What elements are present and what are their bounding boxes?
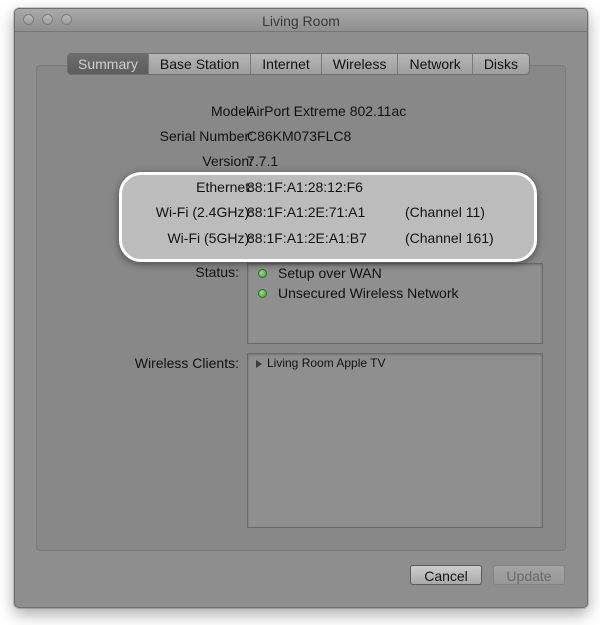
window-title: Living Room [262,13,340,29]
title-bar: Living Room [15,9,587,32]
tab-wireless[interactable]: Wireless [320,54,398,74]
wireless-clients-list[interactable]: Living Room Apple TV [247,353,543,528]
serial-number-label: Serial Number: [159,128,253,144]
wifi-24ghz-value: 88:1F:A1:2E:71:A1 [247,204,366,220]
wifi-24ghz-label: Wi-Fi (2.4GHz): [155,204,253,220]
status-label: Status: [195,264,239,280]
tab-internet[interactable]: Internet [250,54,320,74]
tab-summary[interactable]: Summary [68,54,148,74]
wifi-5ghz-value: 88:1F:A1:2E:A1:B7 [247,230,367,246]
wifi-5ghz-label: Wi-Fi (5GHz): [167,230,253,246]
wireless-clients-label: Wireless Clients: [134,355,239,371]
disclosure-triangle-icon[interactable] [256,360,262,368]
version-label: Version: [202,153,253,169]
serial-number-value: C86KM073FLC8 [247,128,352,144]
cancel-button[interactable]: Cancel [410,565,482,585]
status-item: Setup over WAN [278,265,382,281]
model-label: Model: [210,103,253,119]
tab-base-station[interactable]: Base Station [147,54,250,74]
wifi-24ghz-channel: (Channel 11) [405,204,485,220]
status-indicator-icon [258,269,267,278]
ethernet-value: 88:1F:A1:28:12:F6 [247,179,363,195]
status-indicator-icon [258,289,267,298]
client-item[interactable]: Living Room Apple TV [267,356,386,371]
tab-network[interactable]: Network [397,54,471,74]
status-item: Unsecured Wireless Network [278,285,459,301]
update-button[interactable]: Update [493,565,565,585]
version-value: 7.7.1 [247,153,279,169]
tab-disks[interactable]: Disks [471,54,529,74]
model-value: AirPort Extreme 802.11ac [247,103,407,119]
wifi-5ghz-channel: (Channel 161) [405,230,494,246]
ethernet-label: Ethernet: [196,179,253,195]
airport-window: Living Room Summary Base Station Interne… [14,8,588,608]
status-list: Setup over WAN Unsecured Wireless Networ… [247,263,543,344]
tab-bar: Summary Base Station Internet Wireless N… [67,53,531,75]
